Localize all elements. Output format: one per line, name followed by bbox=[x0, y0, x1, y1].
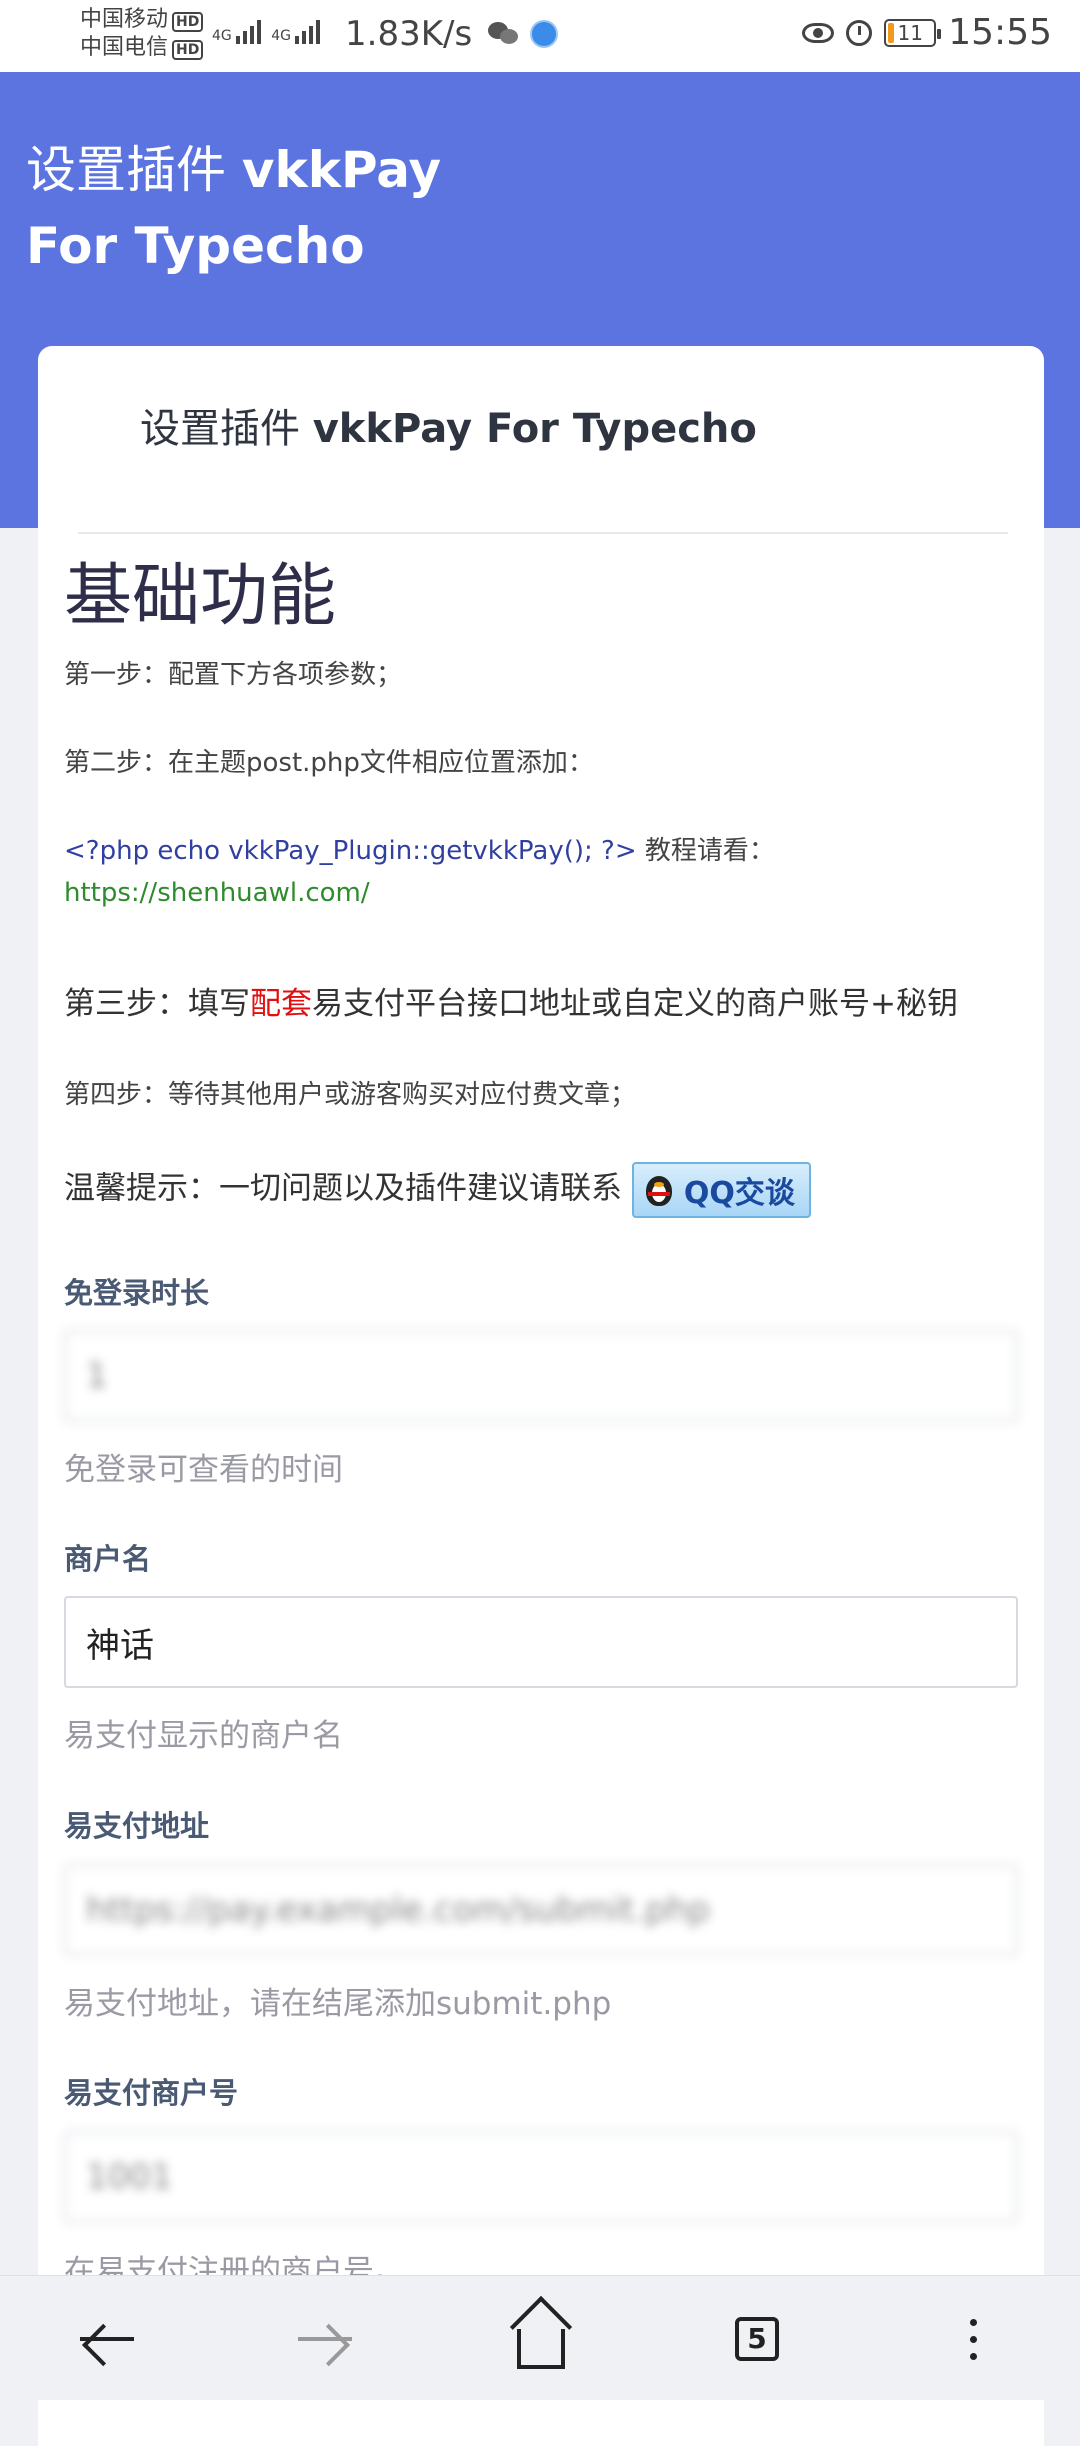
qq-button-label: QQ交谈 bbox=[683, 1176, 795, 1211]
tip-row: 温馨提示：一切问题以及插件建议请联系 QQ交谈 bbox=[64, 1162, 811, 1218]
browser-bottom-nav: 5 bbox=[0, 2275, 1080, 2400]
pay-url-input[interactable] bbox=[64, 1864, 1018, 1956]
battery-level: 11 bbox=[897, 20, 923, 45]
qq-penguin-icon bbox=[642, 1170, 676, 1210]
home-icon bbox=[517, 2329, 565, 2369]
card-plugin-name: vkkPay For Typecho bbox=[312, 406, 757, 452]
field-label-merchant-name: 商户名 bbox=[64, 1542, 152, 1576]
network-speed: 1.83K/s bbox=[345, 14, 473, 54]
step-3-highlight: 配套 bbox=[250, 986, 312, 1022]
tutorial-link[interactable]: https://shenhuawl.com/ bbox=[64, 878, 370, 908]
field-help-pay-url: 易支付地址，请在结尾添加submit.php bbox=[64, 1986, 612, 2022]
divider bbox=[78, 532, 1008, 534]
network-type: 4G bbox=[212, 28, 232, 44]
step-4: 第四步：等待其他用户或游客购买对应付费文章； bbox=[64, 1080, 637, 1110]
step-3-suffix: 易支付平台接口地址或自定义的商户账号+秘钥 bbox=[312, 986, 958, 1022]
card-title-prefix: 设置插件 bbox=[140, 406, 300, 452]
card-title: 设置插件 vkkPay For Typecho bbox=[140, 396, 757, 454]
code-snippet: <?php echo vkkPay_Plugin::getvkkPay(); ?… bbox=[64, 836, 637, 866]
tabs-button[interactable]: 5 bbox=[722, 2304, 792, 2374]
battery-icon: 11 bbox=[884, 18, 942, 47]
settings-card: 设置插件 vkkPay For Typecho 基础功能 第一步：配置下方各项参… bbox=[38, 346, 1044, 2446]
status-bar: 中国移动 HD 中国电信 HD 4G 4G 1.83K/s 11 15:55 bbox=[0, 0, 1080, 72]
step-3-prefix: 第三步：填写 bbox=[64, 986, 250, 1022]
step-3: 第三步：填写配套易支付平台接口地址或自定义的商户账号+秘钥 bbox=[64, 978, 958, 1023]
merchant-name-input[interactable] bbox=[64, 1596, 1018, 1688]
hd-badge: HD bbox=[172, 12, 204, 32]
eye-comfort-icon bbox=[802, 22, 835, 43]
clock: 15:55 bbox=[948, 12, 1052, 53]
tip-text: 温馨提示：一切问题以及插件建议请联系 bbox=[64, 1170, 622, 1207]
field-label-pay-url: 易支付地址 bbox=[64, 1809, 210, 1843]
tutorial-link-row: https://shenhuawl.com/ bbox=[64, 878, 370, 908]
field-help-login-duration: 免登录可查看的时间 bbox=[64, 1452, 343, 1488]
code-line: <?php echo vkkPay_Plugin::getvkkPay(); ?… bbox=[64, 830, 775, 867]
home-button[interactable] bbox=[506, 2304, 576, 2374]
more-menu-icon bbox=[969, 2318, 977, 2360]
signal-icon: 4G 4G bbox=[212, 18, 320, 44]
step-1: 第一步：配置下方各项参数； bbox=[64, 660, 403, 690]
wechat-icon bbox=[488, 20, 520, 46]
back-arrow-icon bbox=[80, 2337, 134, 2341]
login-duration-input[interactable] bbox=[64, 1330, 1018, 1422]
page-title: 设置插件 vkkPay For Typecho bbox=[26, 132, 546, 284]
hd-badge: HD bbox=[172, 40, 204, 60]
section-title: 基础功能 bbox=[64, 557, 337, 636]
status-right: 11 15:55 bbox=[802, 12, 1052, 53]
carrier-2: 中国电信 bbox=[80, 35, 169, 60]
notification-icons bbox=[488, 20, 558, 48]
browser-icon bbox=[530, 20, 558, 48]
back-button[interactable] bbox=[72, 2304, 142, 2374]
alarm-icon bbox=[846, 19, 873, 46]
field-help-merchant-name: 易支付显示的商户名 bbox=[64, 1718, 343, 1754]
field-label-merchant-id: 易支付商户号 bbox=[64, 2076, 239, 2110]
tutorial-label: 教程请看： bbox=[644, 836, 775, 866]
field-label-login-duration: 免登录时长 bbox=[64, 1276, 210, 1310]
menu-button[interactable] bbox=[938, 2304, 1008, 2374]
forward-button[interactable] bbox=[290, 2304, 360, 2374]
qq-chat-button[interactable]: QQ交谈 bbox=[631, 1162, 811, 1218]
title-prefix: 设置插件 bbox=[26, 141, 226, 199]
network-type: 4G bbox=[271, 28, 291, 44]
carrier-info: 中国移动 HD 中国电信 HD bbox=[80, 6, 204, 62]
merchant-id-input[interactable] bbox=[64, 2131, 1018, 2223]
tabs-count-icon: 5 bbox=[735, 2317, 779, 2361]
step-2: 第二步：在主题post.php文件相应位置添加： bbox=[64, 748, 594, 778]
carrier-1: 中国移动 bbox=[80, 7, 169, 32]
forward-arrow-icon bbox=[298, 2337, 352, 2341]
